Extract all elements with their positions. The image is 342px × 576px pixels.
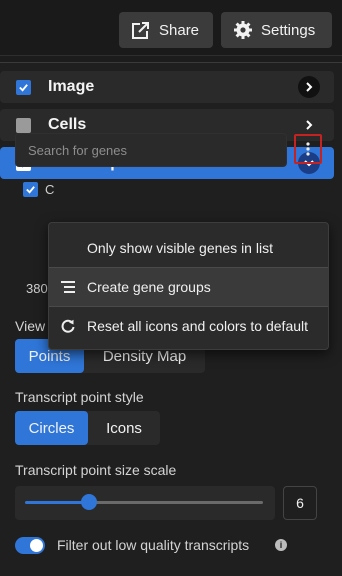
check-icon [19, 83, 28, 92]
gene-count: 380 [26, 281, 48, 296]
view-label: View [15, 318, 46, 334]
menu-item-visible-genes[interactable]: Only show visible genes in list [49, 229, 328, 267]
gene-options-menu: Only show visible genes in list Create g… [48, 222, 329, 350]
filter-label: Filter out low quality transcripts [57, 537, 250, 553]
layer-row-image[interactable]: Image [0, 71, 334, 103]
refresh-icon [61, 319, 75, 333]
check-icon [26, 186, 35, 194]
share-icon [132, 21, 150, 39]
layer-label-image: Image [48, 78, 95, 95]
gene-search-input[interactable]: Search for genes [15, 133, 287, 167]
menu-item-create-gene-groups[interactable]: Create gene groups [49, 268, 328, 306]
info-icon[interactable]: i [275, 539, 287, 551]
menu-item-label: Only show visible genes in list [87, 240, 273, 256]
settings-button[interactable]: Settings [221, 12, 332, 48]
point-style-label: Transcript point style [15, 389, 144, 405]
size-scale-slider[interactable] [15, 486, 275, 520]
image-checkbox[interactable] [16, 79, 31, 95]
point-style-circles-option[interactable]: Circles [15, 411, 88, 445]
top-bar: Share Settings [0, 0, 342, 56]
filter-toggle[interactable] [15, 537, 45, 554]
chevron-right-icon[interactable] [298, 114, 320, 136]
share-button[interactable]: Share [119, 12, 213, 48]
toggle-knob [30, 539, 43, 552]
more-options-button[interactable] [294, 134, 322, 164]
slider-fill [25, 501, 90, 504]
gene-list-checkbox[interactable] [23, 182, 38, 197]
point-style-toggle: Circles Icons [15, 411, 160, 445]
slider-track [89, 501, 263, 504]
gear-icon [234, 21, 252, 39]
slider-thumb[interactable] [81, 494, 98, 510]
settings-label: Settings [261, 21, 316, 39]
menu-item-label: Create gene groups [87, 279, 211, 295]
gene-list-label: C [45, 182, 55, 197]
size-scale-label: Transcript point size scale [15, 462, 177, 478]
point-style-icons-option[interactable]: Icons [88, 411, 160, 445]
layer-label-cells: Cells [48, 116, 87, 133]
list-group-icon [61, 281, 75, 293]
kebab-menu-icon [306, 142, 310, 156]
menu-item-reset-icons[interactable]: Reset all icons and colors to default [49, 307, 328, 345]
cells-checkbox[interactable] [16, 117, 31, 133]
share-label: Share [159, 21, 200, 39]
menu-item-label: Reset all icons and colors to default [87, 318, 309, 334]
chevron-right-icon[interactable] [298, 76, 320, 98]
size-scale-value[interactable]: 6 [283, 486, 317, 520]
